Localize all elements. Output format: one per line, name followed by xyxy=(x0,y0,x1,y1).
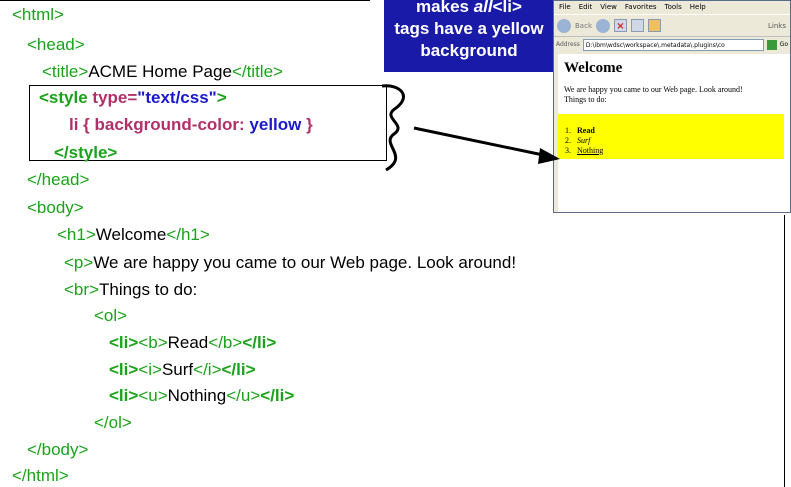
arrow-line xyxy=(413,126,549,158)
curly-brace-icon xyxy=(381,84,405,172)
annotation-arrow xyxy=(381,84,560,172)
arrow-head-icon xyxy=(538,148,560,164)
